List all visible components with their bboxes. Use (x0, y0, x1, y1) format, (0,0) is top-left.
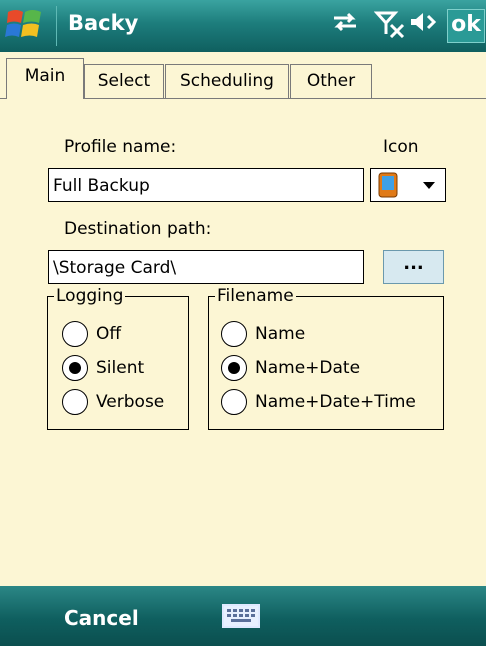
destination-path-label: Destination path: (64, 219, 212, 239)
cancel-button[interactable]: Cancel (64, 606, 139, 630)
tab-scheduling[interactable]: Scheduling (165, 64, 289, 98)
volume-mute-icon[interactable] (408, 10, 440, 40)
keyboard-icon[interactable] (222, 604, 260, 628)
radio-button[interactable] (62, 321, 88, 347)
ok-button[interactable]: ok (447, 9, 485, 43)
signal-off-icon[interactable] (373, 10, 406, 44)
tab-main[interactable]: Main (6, 58, 84, 100)
radio-button[interactable] (221, 355, 247, 381)
tab-other[interactable]: Other (290, 64, 372, 98)
soft-key-bar: Cancel (0, 586, 486, 646)
radio-button[interactable] (221, 389, 247, 415)
tab-select[interactable]: Select (84, 64, 164, 98)
profile-name-label: Profile name: (64, 137, 177, 157)
radio-button[interactable] (62, 355, 88, 381)
radio-button[interactable] (221, 321, 247, 347)
profile-name-input[interactable]: Full Backup (48, 168, 364, 202)
title-bar: Backy ok (0, 0, 486, 52)
radio-label: Silent (96, 358, 145, 378)
tab-bar: Main Select Scheduling Other (0, 52, 486, 100)
radio-label: Name+Date+Time (255, 392, 416, 412)
app-title: Backy (68, 11, 139, 35)
radio-label: Name+Date (255, 358, 361, 378)
logging-legend: Logging (56, 286, 124, 306)
icon-dropdown[interactable] (370, 168, 446, 202)
main-panel: Profile name: Icon Full Backup Destinati… (0, 99, 486, 586)
radio-button[interactable] (62, 389, 88, 415)
sync-arrows-icon[interactable] (330, 10, 360, 40)
radio-label: Verbose (96, 392, 165, 412)
pda-icon (377, 172, 399, 202)
radio-label: Off (96, 324, 122, 344)
windows-start-icon[interactable] (4, 6, 57, 46)
destination-path-input[interactable]: \Storage Card\ (48, 250, 364, 284)
radio-label: Name (255, 324, 306, 344)
chevron-down-icon (421, 175, 437, 199)
filename-legend: Filename (217, 286, 294, 306)
icon-label: Icon (383, 137, 419, 157)
browse-button[interactable]: ... (383, 250, 444, 284)
